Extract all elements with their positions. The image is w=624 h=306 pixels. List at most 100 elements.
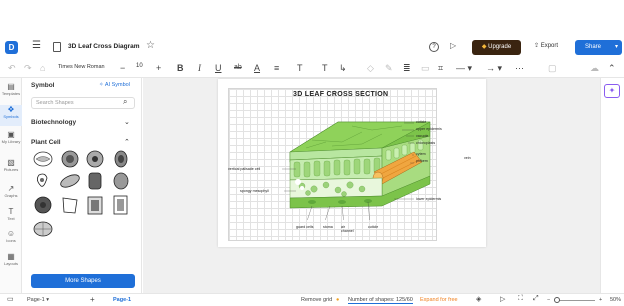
- label-cuticle-top[interactable]: cuticle: [416, 120, 426, 124]
- line-type-select[interactable]: — ▾: [456, 62, 472, 74]
- underline-icon[interactable]: U: [215, 62, 222, 74]
- line-style-icon[interactable]: ≣: [403, 62, 411, 74]
- italic-icon[interactable]: I: [198, 62, 201, 74]
- label-air-channel[interactable]: air channel: [341, 225, 355, 233]
- fill-icon[interactable]: ◇: [367, 62, 374, 74]
- search-icon[interactable]: ⌕: [123, 97, 127, 107]
- leaf-cross-section-illustration[interactable]: [282, 118, 434, 220]
- zoom-out-icon[interactable]: −: [547, 297, 550, 303]
- plant-cell-shape[interactable]: [88, 172, 102, 190]
- label-lower-epidermis[interactable]: lower epidermis: [416, 197, 441, 201]
- chevron-up-icon[interactable]: ⌃: [124, 138, 130, 146]
- search-input[interactable]: Search Shapes: [31, 97, 135, 109]
- zoom-in-icon[interactable]: +: [599, 297, 602, 303]
- document-title[interactable]: 3D Leaf Cross Diagram: [68, 43, 140, 50]
- export-icon: ⇪: [534, 43, 540, 49]
- zoom-slider-handle[interactable]: [554, 297, 560, 303]
- label-upper-epidermis[interactable]: upper epidermis: [416, 127, 442, 131]
- text-align-icon[interactable]: ≡: [274, 62, 279, 74]
- text-style-icon[interactable]: T: [297, 62, 303, 74]
- plant-cell-shape[interactable]: [86, 150, 104, 168]
- page-layout-icon[interactable]: ▭: [7, 295, 14, 303]
- play-icon[interactable]: ▷: [500, 295, 505, 303]
- zoom-slider[interactable]: [554, 297, 595, 303]
- arrow-style-select[interactable]: → ▾: [486, 62, 502, 74]
- plant-cell-shape[interactable]: [113, 195, 128, 215]
- section-plant-cell[interactable]: Plant Cell: [31, 139, 61, 146]
- undo-icon[interactable]: ↶: [8, 62, 16, 74]
- plant-cell-shape[interactable]: [33, 221, 53, 237]
- label-cuticle-bottom[interactable]: cuticle: [368, 225, 378, 229]
- layers-icon[interactable]: ◈: [476, 295, 481, 303]
- lock-icon[interactable]: ▢: [548, 62, 557, 74]
- shadow-icon[interactable]: ▭: [421, 62, 430, 74]
- cloud-icon[interactable]: ☁: [590, 62, 599, 74]
- font-color-icon[interactable]: A: [254, 62, 260, 74]
- label-vein[interactable]: vein: [464, 156, 471, 160]
- rail-templates[interactable]: ▤ Templates: [0, 82, 22, 96]
- font-size-field[interactable]: 10: [136, 63, 143, 69]
- crop-icon[interactable]: ⌗: [438, 62, 443, 74]
- zoom-level[interactable]: 50%: [610, 297, 621, 303]
- text-tool-icon[interactable]: T: [322, 62, 328, 74]
- label-cytem[interactable]: cytem: [416, 152, 426, 156]
- ai-symbol-button[interactable]: ✧ AI Symbol: [99, 82, 130, 88]
- chevron-down-icon[interactable]: ▾: [615, 40, 618, 55]
- plant-cell-shape[interactable]: [59, 172, 81, 190]
- rail-library[interactable]: ▣ My Library: [0, 130, 22, 144]
- plant-cell-shape[interactable]: [62, 197, 78, 214]
- font-family-select[interactable]: Times New Roman: [58, 62, 110, 73]
- label-chloroplasts[interactable]: chloroplasts: [416, 141, 435, 145]
- font-size-increase-icon[interactable]: +: [156, 62, 161, 74]
- diagram-title[interactable]: 3D LEAF CROSS SECTION: [293, 91, 388, 98]
- rail-graphs[interactable]: ↗ Graphs: [0, 184, 22, 198]
- help-icon[interactable]: ?: [429, 42, 439, 52]
- upgrade-button[interactable]: ◆ Upgrade: [472, 40, 521, 55]
- page-tab[interactable]: Page-1: [113, 297, 131, 303]
- chevron-down-icon[interactable]: ⌄: [124, 118, 130, 126]
- label-phloem[interactable]: phloem: [416, 159, 428, 163]
- label-spongy-mesophyll[interactable]: spongy mesophyll: [240, 189, 269, 193]
- strikethrough-icon[interactable]: ab: [234, 62, 242, 74]
- ai-assistant-icon[interactable]: ✦: [604, 84, 620, 98]
- rail-layouts[interactable]: ▦ Layouts: [0, 252, 22, 266]
- menu-icon[interactable]: ☰: [32, 40, 41, 51]
- more-shapes-button[interactable]: More Shapes: [31, 274, 135, 288]
- remove-grid-button[interactable]: Remove grid: [301, 297, 332, 303]
- label-guard-cells[interactable]: guard cells: [296, 225, 313, 229]
- star-icon[interactable]: ☆: [146, 40, 155, 51]
- format-painter-icon[interactable]: ⌂: [40, 62, 45, 74]
- fit-page-icon[interactable]: ⛶: [518, 295, 523, 303]
- page-selector[interactable]: Page-1 ▾: [27, 297, 49, 303]
- section-biotechnology[interactable]: Biotechnology: [31, 119, 76, 126]
- bold-icon[interactable]: B: [177, 62, 184, 74]
- fullscreen-icon[interactable]: ⤢: [533, 295, 539, 303]
- font-size-decrease-icon[interactable]: −: [120, 62, 125, 74]
- play-icon[interactable]: ▷: [450, 41, 456, 50]
- plant-cell-shape[interactable]: [33, 151, 53, 167]
- connector-icon[interactable]: ↳: [339, 62, 347, 74]
- rail-pictures[interactable]: ▧ Pictures: [0, 158, 22, 172]
- share-button[interactable]: Share ▾: [575, 40, 622, 55]
- plant-cell-shape[interactable]: [87, 196, 103, 215]
- more-options-icon[interactable]: ⋯: [515, 62, 524, 74]
- export-button[interactable]: ⇪ Export: [534, 42, 558, 49]
- rail-symbols[interactable]: ❖ Symbols: [0, 105, 22, 126]
- collapse-toolbar-icon[interactable]: ⌃: [608, 62, 616, 74]
- format-toolbar: ↶ ↷ ⌂ Times New Roman − 10 + B I U ab A …: [0, 58, 624, 78]
- plant-cell-shape[interactable]: [113, 172, 129, 190]
- label-stoma[interactable]: stoma: [323, 225, 333, 229]
- plant-cell-shape[interactable]: [114, 150, 128, 168]
- plant-cell-shape[interactable]: [37, 173, 48, 187]
- expand-link[interactable]: Expand for free: [420, 297, 458, 303]
- rail-icons[interactable]: ☺ Icons: [0, 229, 22, 243]
- add-page-icon[interactable]: +: [90, 295, 95, 304]
- rail-text[interactable]: T Text: [0, 207, 22, 221]
- plant-cell-shape[interactable]: [34, 196, 52, 214]
- plant-cell-shape[interactable]: [61, 150, 79, 168]
- redo-icon[interactable]: ↷: [24, 62, 32, 74]
- line-color-icon[interactable]: ✎: [385, 62, 393, 74]
- app-logo-icon[interactable]: D: [5, 41, 18, 54]
- label-vacuole[interactable]: vacuole: [416, 134, 428, 138]
- label-vertical-palisade[interactable]: vertical palisade cell: [228, 167, 260, 171]
